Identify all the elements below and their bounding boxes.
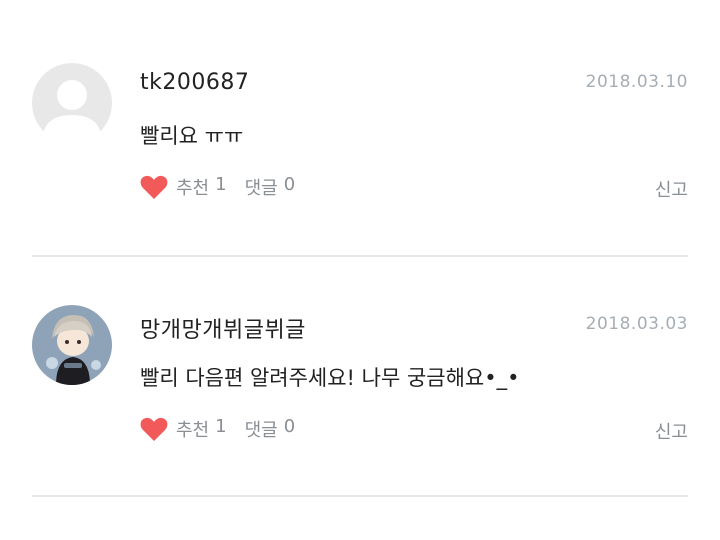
like-label: 추천 [176, 178, 210, 199]
like-count: 1 [215, 416, 227, 437]
like-label: 추천 [176, 420, 210, 441]
like-count: 1 [215, 174, 227, 195]
reply-count: 0 [283, 416, 296, 437]
comment-actions: 추천 1 댓글 0 [140, 416, 313, 442]
comment-actions: 추천 1 댓글 0 [140, 174, 313, 200]
comment-username[interactable]: 망개망개뷔글뷔글 [140, 312, 306, 344]
heart-icon[interactable] [140, 416, 168, 442]
divider [32, 495, 688, 497]
comment-date: 2018.03.03 [585, 314, 688, 334]
reply-count: 0 [283, 174, 296, 195]
reply-label: 댓글 [244, 178, 278, 199]
divider [32, 255, 688, 257]
comment-text: 빨리 다음편 알려주세요! 나무 궁금해요•_• [140, 366, 520, 390]
default-avatar-icon[interactable] [32, 63, 112, 143]
report-button[interactable]: 신고 [655, 176, 688, 202]
comment-username[interactable]: tk200687 [140, 70, 249, 95]
comment-text: 빨리요 ㅠㅠ [140, 124, 244, 148]
comment-item: 망개망개뷔글뷔글 2018.03.03 빨리 다음편 알려주세요! 나무 궁금해… [0, 258, 720, 496]
heart-icon[interactable] [140, 174, 168, 200]
comment-date: 2018.03.10 [585, 72, 688, 92]
reply-button[interactable]: 댓글 0 [245, 174, 296, 200]
reply-button[interactable]: 댓글 0 [245, 416, 296, 442]
character-avatar[interactable] [32, 305, 112, 385]
comment-item: tk200687 2018.03.10 빨리요 ㅠㅠ 추천 1 댓글 0 신고 [0, 0, 720, 256]
reply-label: 댓글 [244, 420, 278, 441]
like-button[interactable]: 추천 1 [176, 174, 227, 200]
like-button[interactable]: 추천 1 [176, 416, 227, 442]
report-button[interactable]: 신고 [655, 418, 688, 444]
